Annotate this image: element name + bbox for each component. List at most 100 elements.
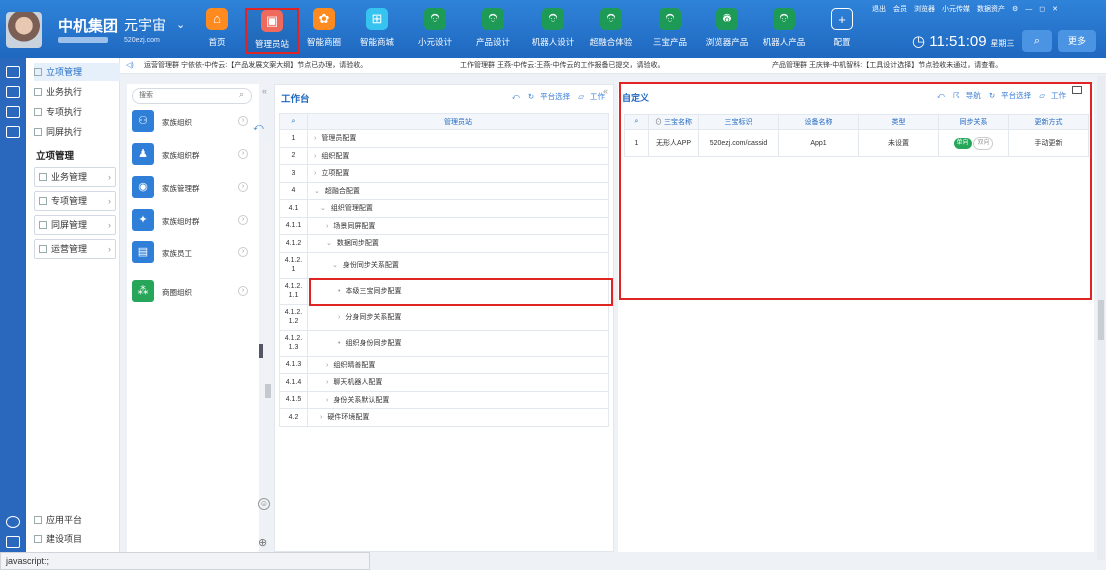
chevron-right-icon[interactable]: › xyxy=(314,135,316,142)
add-icon[interactable]: ⊕ xyxy=(258,536,267,549)
table-row[interactable]: 4.1.3 › 组织晴善配置 xyxy=(279,355,609,374)
sidebar-item[interactable]: 专项执行 xyxy=(34,103,82,121)
sidebar-group[interactable]: 业务管理 › xyxy=(34,167,116,187)
sidebar-item[interactable]: 业务执行 xyxy=(34,83,82,101)
nav-item[interactable]: ☻ 小元设计 xyxy=(408,8,462,54)
org-scrollbar[interactable] xyxy=(264,140,272,400)
table-row[interactable]: 4.1.5 › 身份关系默认配置 xyxy=(279,390,609,409)
chevron-right-icon[interactable]: › xyxy=(326,397,328,404)
sidebar-group[interactable]: 同屏管理 › xyxy=(34,215,116,235)
search-icon[interactable]: ⌕ xyxy=(239,89,244,100)
top-link[interactable]: 小元传媒 xyxy=(942,6,970,13)
top-link[interactable]: 数据资产 xyxy=(977,6,1005,13)
nav-item[interactable]: ☻ 机器人产品 xyxy=(757,8,811,54)
table-row[interactable]: 4.1.1 › 场景同屏配置 xyxy=(279,216,609,235)
chevron-right-icon[interactable]: › xyxy=(326,362,328,369)
config-tree-table: ⌕ 管理员站 1 › 管理员配置 2 › 组织配置 3 › 立项配置 4 ⌄ 超融合配置 4.1 ⌄ 组织管… xyxy=(279,113,609,427)
top-link[interactable]: 会员 xyxy=(893,6,907,13)
nav-item[interactable]: ▣ 管理员站 xyxy=(245,8,299,54)
platform-select-button[interactable]: ↻ 平台选择 xyxy=(528,92,570,101)
table-row[interactable]: 4 ⌄ 超融合配置 xyxy=(279,181,609,200)
chevron-down-icon[interactable]: ⌄ xyxy=(320,205,326,212)
chevron-right-icon[interactable]: › xyxy=(314,153,316,160)
top-link[interactable]: ✕ xyxy=(1052,6,1058,13)
table-row[interactable]: 4.1.2. 1.3 • 组织身份同步配置 xyxy=(279,329,609,357)
chevron-right-icon[interactable]: › xyxy=(326,223,328,230)
chevron-right-icon[interactable]: › xyxy=(314,170,316,177)
bullet-icon[interactable]: • xyxy=(338,340,340,347)
nav-item[interactable]: ⊞ 智能商城 xyxy=(350,8,404,54)
sidebar-item[interactable]: 建设项目 xyxy=(34,530,82,548)
project-icon[interactable] xyxy=(6,536,20,548)
org-item[interactable]: ▤ 家族员工 › xyxy=(132,241,254,267)
chevron-down-icon[interactable]: ⌄ xyxy=(176,18,185,31)
top-link[interactable]: ⚙ xyxy=(1012,6,1018,13)
nav-item[interactable]: ☻ 机器人设计 xyxy=(526,8,580,54)
search-button[interactable]: ⌕ xyxy=(1022,30,1052,52)
org-item[interactable]: ⁂ 商圈组织 › xyxy=(132,280,254,306)
chevron-right-icon[interactable]: › xyxy=(326,379,328,386)
ticker-message[interactable]: 产品管理群 王庆锋-中机智科:【工具设计选择】节点验收未通过，请查看。 xyxy=(772,58,1002,74)
list-icon[interactable] xyxy=(6,86,20,98)
table-row[interactable]: 3 › 立项配置 xyxy=(279,164,609,183)
nav-item[interactable]: ☻ 超融合体验 xyxy=(584,8,638,54)
share-icon[interactable]: ⤺ xyxy=(253,122,264,133)
collapse-left-icon[interactable]: « xyxy=(603,86,608,96)
sidebar-item[interactable]: 同屏执行 xyxy=(34,123,82,141)
chevron-down-icon[interactable]: ⌄ xyxy=(314,188,320,195)
table-row[interactable]: 4.1 ⌄ 组织管理配置 xyxy=(279,199,609,218)
nav-item[interactable]: ✿ 智能商圈 xyxy=(297,8,351,54)
table-row[interactable]: 4.1.2. 1 ⌄ 身份同步关系配置 xyxy=(279,251,609,279)
org-item[interactable]: ◉ 家族管理群 › xyxy=(132,176,254,202)
universe-selector[interactable]: 元宇宙 xyxy=(124,15,166,35)
share-icon[interactable]: ⤺ xyxy=(512,92,520,101)
org-search-input[interactable]: 搜索 xyxy=(132,88,252,104)
avatar[interactable] xyxy=(6,12,42,48)
sidebar-group[interactable]: 运营管理 › xyxy=(34,239,116,259)
more-button[interactable]: 更多 xyxy=(1058,30,1096,52)
chart-icon[interactable] xyxy=(6,126,20,138)
top-link[interactable]: 退出 xyxy=(872,6,886,13)
table-row[interactable]: 4.2 › 硬件环境配置 xyxy=(279,408,609,427)
table-row[interactable]: 2 › 组织配置 xyxy=(279,146,609,165)
search-icon[interactable]: ⌕ xyxy=(279,113,308,130)
app-platform-icon[interactable] xyxy=(6,516,20,528)
monitor-icon[interactable] xyxy=(6,106,20,118)
nav-item[interactable]: ☻ 产品设计 xyxy=(466,8,520,54)
chevron-right-icon[interactable]: › xyxy=(320,414,322,421)
page-scrollbar-thumb[interactable] xyxy=(1098,300,1104,340)
row-label-cell: › 分身同步关系配置 xyxy=(307,303,609,331)
sidebar-item[interactable]: 应用平台 xyxy=(34,511,82,529)
top-link[interactable]: 浏览器 xyxy=(914,6,935,13)
ticker-message[interactable]: 运营管理群 宁依依-中传云:【产品发展文案大纲】节点已办理，请验收。 xyxy=(144,58,367,74)
nav-item[interactable]: ☻ 三宝产品 xyxy=(643,8,697,54)
chevron-down-icon[interactable]: ⌄ xyxy=(332,262,338,269)
sidebar-item[interactable]: 立项管理 xyxy=(34,63,120,81)
building-icon[interactable] xyxy=(6,66,20,78)
row-number: 4.1.4 xyxy=(279,373,308,392)
sidebar-group[interactable]: 专项管理 › xyxy=(34,191,116,211)
chevron-down-icon[interactable]: ⌄ xyxy=(326,240,332,247)
chevron-right-icon: › xyxy=(108,220,111,230)
org-item[interactable]: ✦ 家族组时群 › xyxy=(132,209,254,235)
sidebar-group-label: 专项管理 xyxy=(51,196,88,206)
ticker-message[interactable]: 工作管理群 王燕-中传云:王燕-中传云的工作报备已提交，请验收。 xyxy=(460,58,665,74)
collapse-left-icon[interactable]: « xyxy=(262,86,267,96)
row-label: 硬件环境配置 xyxy=(327,414,370,422)
org-scrollbar-thumb[interactable] xyxy=(265,384,271,398)
table-row[interactable]: 4.1.2 ⌄ 数据同步配置 xyxy=(279,234,609,253)
table-row[interactable]: 4.1.2. 1.2 › 分身同步关系配置 xyxy=(279,303,609,331)
table-row[interactable]: 4.1.4 › 聊天机器人配置 xyxy=(279,373,609,392)
table-row[interactable]: 1 › 管理员配置 xyxy=(279,129,609,148)
nav-item[interactable]: + 配置 xyxy=(815,8,869,54)
splitter-handle[interactable] xyxy=(259,344,263,358)
top-link[interactable]: — xyxy=(1025,6,1032,13)
nav-item[interactable]: ◎ 浏览器产品 xyxy=(700,8,754,54)
emoji-icon[interactable]: ☺ xyxy=(258,498,270,510)
nav-item[interactable]: ⌂ 首页 xyxy=(190,8,244,54)
org-item[interactable]: ⚇ 家族组织 › xyxy=(132,110,254,136)
top-link[interactable]: ◻ xyxy=(1039,6,1045,13)
org-item[interactable]: ♟ 家族组织群 › xyxy=(132,143,254,169)
chevron-right-icon[interactable]: › xyxy=(338,314,340,321)
work-button[interactable]: ▱ 工作 xyxy=(578,92,605,101)
